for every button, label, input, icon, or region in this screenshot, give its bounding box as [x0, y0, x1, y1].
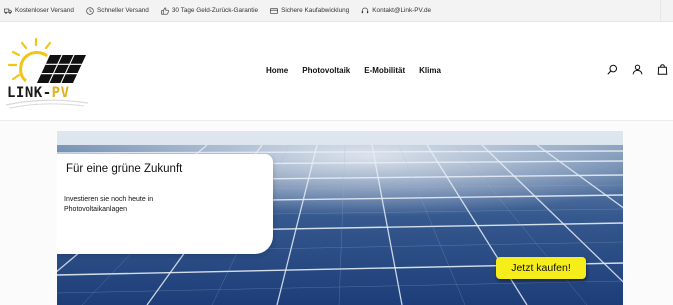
benefit-free-shipping: Kostenloser Versand: [4, 7, 74, 15]
benefit-label: Kostenloser Versand: [15, 7, 74, 14]
benefit-fast-shipping: Schneller Versand: [86, 6, 149, 15]
logo-wordmark: LINK-PV: [7, 85, 70, 101]
search-button[interactable]: [606, 63, 619, 76]
benefits-bar: Kostenloser Versand Schneller Versand 30…: [0, 0, 673, 22]
logo-text-suffix: PV: [51, 85, 70, 101]
benefit-contact[interactable]: Kontakt@Link-PV.de: [361, 7, 431, 15]
nav-item-home[interactable]: Home: [266, 66, 288, 75]
topbar-divider: [660, 0, 661, 22]
benefit-label: Schneller Versand: [96, 7, 149, 14]
logo-text-prefix: LINK-: [7, 85, 52, 101]
site-header: LINK-PV Home Photovoltaik E-Mobilität Kl…: [0, 22, 673, 120]
hero-description: Investieren sie noch heute in Photovolta…: [64, 196, 154, 213]
shopping-bag-icon: [657, 64, 668, 75]
sun-solar-panel-logo-icon: [5, 37, 89, 109]
benefit-label: Sichere Kaufabwicklung: [281, 7, 350, 14]
credit-card-icon: [270, 7, 278, 14]
benefit-money-back: 30 Tage Geld-Zurück-Garantie: [161, 6, 259, 15]
contact-email-link[interactable]: Kontakt@Link-PV.de: [372, 7, 431, 14]
hero-text-card: Für eine grüne Zukunft Investieren sie n…: [57, 154, 273, 254]
user-icon: [632, 64, 643, 75]
nav-item-photovoltaik[interactable]: Photovoltaik: [302, 66, 350, 75]
headset-icon: [362, 7, 369, 13]
account-button[interactable]: [631, 63, 644, 76]
benefit-secure-checkout: Sichere Kaufabwicklung: [270, 7, 349, 15]
hero-banner: Für eine grüne Zukunft Investieren sie n…: [57, 131, 623, 305]
thumbs-up-icon: [161, 6, 169, 15]
hero-title: Für eine grüne Zukunft: [66, 163, 183, 175]
search-icon: [607, 64, 618, 75]
clock-icon: [86, 6, 94, 15]
nav-item-e-mobilitaet[interactable]: E-Mobilität: [364, 66, 405, 75]
benefit-label: 30 Tage Geld-Zurück-Garantie: [171, 7, 259, 14]
site-logo[interactable]: LINK-PV: [2, 37, 102, 115]
truck-icon: [4, 8, 12, 14]
header-actions: [606, 63, 673, 76]
main-navigation: Home Photovoltaik E-Mobilität Klima: [266, 66, 441, 75]
cart-button[interactable]: [656, 63, 669, 76]
buy-now-button[interactable]: Jetzt kaufen!: [496, 257, 586, 279]
nav-item-klima[interactable]: Klima: [419, 66, 441, 75]
